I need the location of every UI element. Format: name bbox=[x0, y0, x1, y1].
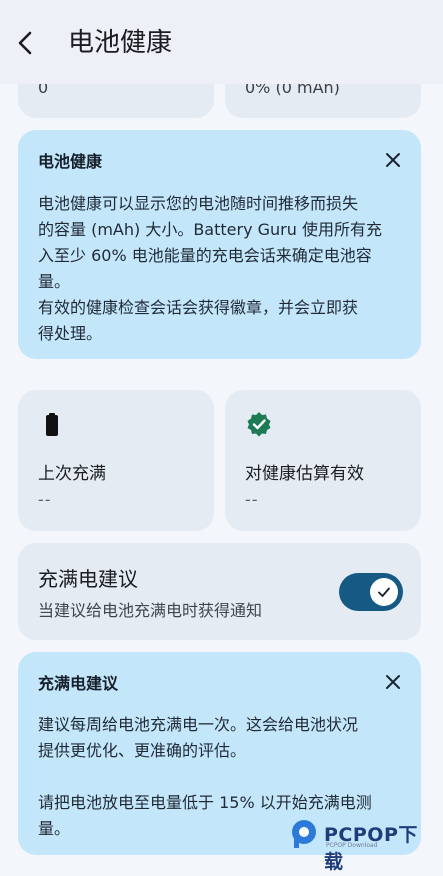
stat-value: -- bbox=[245, 490, 259, 509]
pcpop-logo-icon bbox=[292, 820, 316, 848]
full-charge-toggle-title: 充满电建议 bbox=[38, 567, 138, 591]
switch-knob bbox=[370, 578, 398, 606]
full-charge-toggle-card[interactable]: 充满电建议 当建议给电池充满电时获得通知 bbox=[18, 543, 421, 640]
stat-value: -- bbox=[38, 490, 52, 509]
full-charge-info-close-button[interactable] bbox=[381, 670, 405, 694]
health-info-close-button[interactable] bbox=[381, 148, 405, 172]
close-icon bbox=[386, 675, 400, 689]
watermark-logo: PCPOP下载 PCPOP Download bbox=[290, 818, 430, 873]
battery-full-icon bbox=[38, 410, 66, 438]
valid-estimate-card: 对健康估算有效 -- bbox=[225, 390, 421, 531]
stat-label: 对健康估算有效 bbox=[245, 464, 364, 484]
back-button[interactable] bbox=[10, 26, 44, 60]
full-charge-info-title: 充满电建议 bbox=[38, 674, 119, 693]
health-info-title: 电池健康 bbox=[38, 152, 103, 171]
full-charge-switch[interactable] bbox=[339, 573, 403, 611]
verified-badge-icon bbox=[245, 410, 273, 438]
watermark-subtext: PCPOP Download bbox=[326, 842, 378, 849]
last-full-charge-card: 上次充满 -- bbox=[18, 390, 214, 531]
app-bar: 电池健康 bbox=[0, 0, 443, 84]
health-info-text: 电池健康可以显示您的电池随时间推移而损失 的容量 (mAh) 大小。Batter… bbox=[38, 194, 382, 343]
page-title: 电池健康 bbox=[68, 28, 173, 58]
stat-label: 上次充满 bbox=[38, 464, 106, 484]
check-icon bbox=[378, 587, 390, 597]
arrow-back-icon bbox=[18, 31, 32, 55]
health-info-card: 电池健康 电池健康可以显示您的电池随时间推移而损失 的容量 (mAh) 大小。B… bbox=[18, 130, 421, 359]
full-charge-toggle-subtitle: 当建议给电池充满电时获得通知 bbox=[38, 601, 263, 620]
close-icon bbox=[386, 153, 400, 167]
